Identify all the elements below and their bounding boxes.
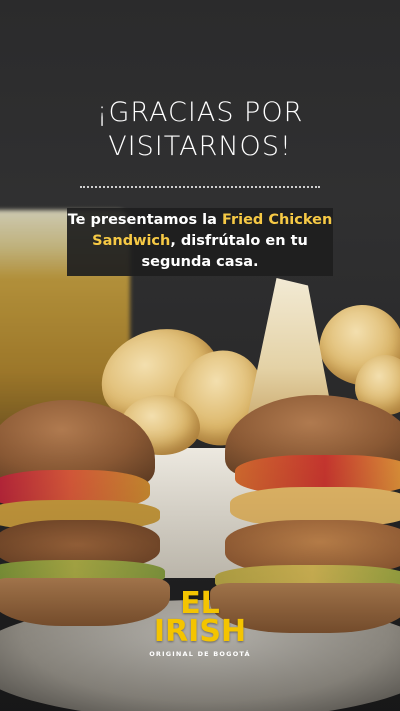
dotted-divider xyxy=(80,186,320,188)
promo-message: Te presentamos la Fried Chicken Sandwich… xyxy=(67,210,333,273)
logo-line-2: IRISH xyxy=(153,614,247,649)
logo-tagline: ORIGINAL DE BOGOTÁ xyxy=(149,650,251,658)
story-card: ¡GRACIAS POR VISITARNOS! Te presentamos … xyxy=(0,0,400,711)
headline: ¡GRACIAS POR VISITARNOS! xyxy=(0,96,400,164)
headline-line-1: ¡GRACIAS POR xyxy=(96,97,304,128)
brand-logo: EL IRISH ORIGINAL DE BOGOTÁ xyxy=(140,589,260,680)
headline-line-2: VISITARNOS! xyxy=(108,131,292,162)
promo-message-intro: Te presentamos la xyxy=(67,212,222,228)
